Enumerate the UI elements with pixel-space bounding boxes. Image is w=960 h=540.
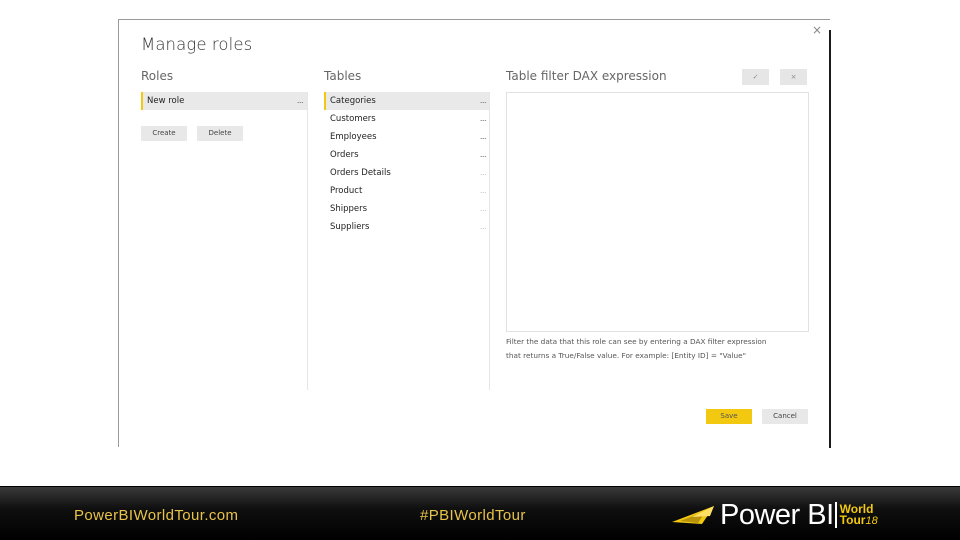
slide: Manage roles × Roles New role ... Create… (0, 0, 960, 540)
more-options-icon[interactable]: ... (480, 200, 487, 218)
more-options-icon[interactable]: ... (480, 110, 487, 128)
tables-list: Categories ... Customers ... Employees .… (324, 92, 490, 236)
table-label: Categories (330, 96, 376, 106)
table-item-suppliers[interactable]: Suppliers ... (324, 218, 490, 236)
dax-hint-line: that returns a True/False value. For exa… (506, 351, 747, 360)
footer-hashtag: #PBIWorldTour (420, 507, 526, 524)
dax-hint-text: Filter the data that this role can see b… (506, 335, 816, 363)
table-label: Orders Details (330, 168, 391, 178)
dax-heading: Table filter DAX expression (506, 69, 667, 83)
logo-separator (834, 502, 837, 528)
table-item-employees[interactable]: Employees ... (324, 128, 490, 146)
roles-list: New role ... (141, 92, 307, 110)
dialog-title: Manage roles (141, 35, 253, 54)
table-label: Orders (330, 150, 359, 160)
close-icon[interactable]: × (812, 23, 822, 37)
logo-tour-label: Tour (839, 512, 866, 527)
cancel-button[interactable]: Cancel (762, 409, 808, 424)
table-item-product[interactable]: Product ... (324, 182, 490, 200)
table-item-orders-details[interactable]: Orders Details ... (324, 164, 490, 182)
window-edge (829, 30, 831, 448)
roles-heading: Roles (141, 69, 174, 83)
delete-button[interactable]: Delete (197, 126, 243, 141)
column-divider (489, 92, 490, 390)
table-label: Customers (330, 114, 376, 124)
power-bi-wing-icon (672, 506, 714, 524)
logo-text: Power BI (720, 498, 834, 531)
manage-roles-dialog: Manage roles × Roles New role ... Create… (118, 19, 830, 447)
table-label: Employees (330, 132, 377, 142)
role-item[interactable]: New role ... (141, 92, 307, 110)
power-bi-world-tour-logo: Power BI World Tour18 (672, 495, 878, 535)
logo-world-tour: World Tour18 (839, 503, 878, 527)
discard-dax-button[interactable]: × (780, 69, 807, 85)
more-options-icon[interactable]: ... (297, 92, 304, 110)
table-item-categories[interactable]: Categories ... (324, 92, 490, 110)
more-options-icon[interactable]: ... (480, 164, 487, 182)
table-label: Suppliers (330, 222, 370, 232)
more-options-icon[interactable]: ... (480, 146, 487, 164)
footer-banner: PowerBIWorldTour.com #PBIWorldTour Power… (0, 486, 960, 540)
table-label: Shippers (330, 204, 368, 214)
column-divider (307, 92, 308, 390)
dax-expression-input[interactable] (506, 92, 809, 332)
table-label: Product (330, 186, 363, 196)
dax-hint-line: Filter the data that this role can see b… (506, 337, 767, 346)
table-item-shippers[interactable]: Shippers ... (324, 200, 490, 218)
logo-year: 18 (865, 514, 878, 527)
table-item-orders[interactable]: Orders ... (324, 146, 490, 164)
accept-dax-button[interactable]: ✓ (742, 69, 769, 85)
more-options-icon[interactable]: ... (480, 92, 487, 110)
more-options-icon[interactable]: ... (480, 128, 487, 146)
checkmark-icon: ✓ (752, 73, 759, 81)
table-item-customers[interactable]: Customers ... (324, 110, 490, 128)
role-label: New role (147, 96, 185, 106)
close-icon: × (790, 73, 797, 81)
more-options-icon[interactable]: ... (480, 182, 487, 200)
save-button[interactable]: Save (706, 409, 752, 424)
more-options-icon[interactable]: ... (480, 218, 487, 236)
tables-heading: Tables (324, 69, 362, 83)
create-button[interactable]: Create (141, 126, 187, 141)
footer-url: PowerBIWorldTour.com (74, 507, 239, 524)
